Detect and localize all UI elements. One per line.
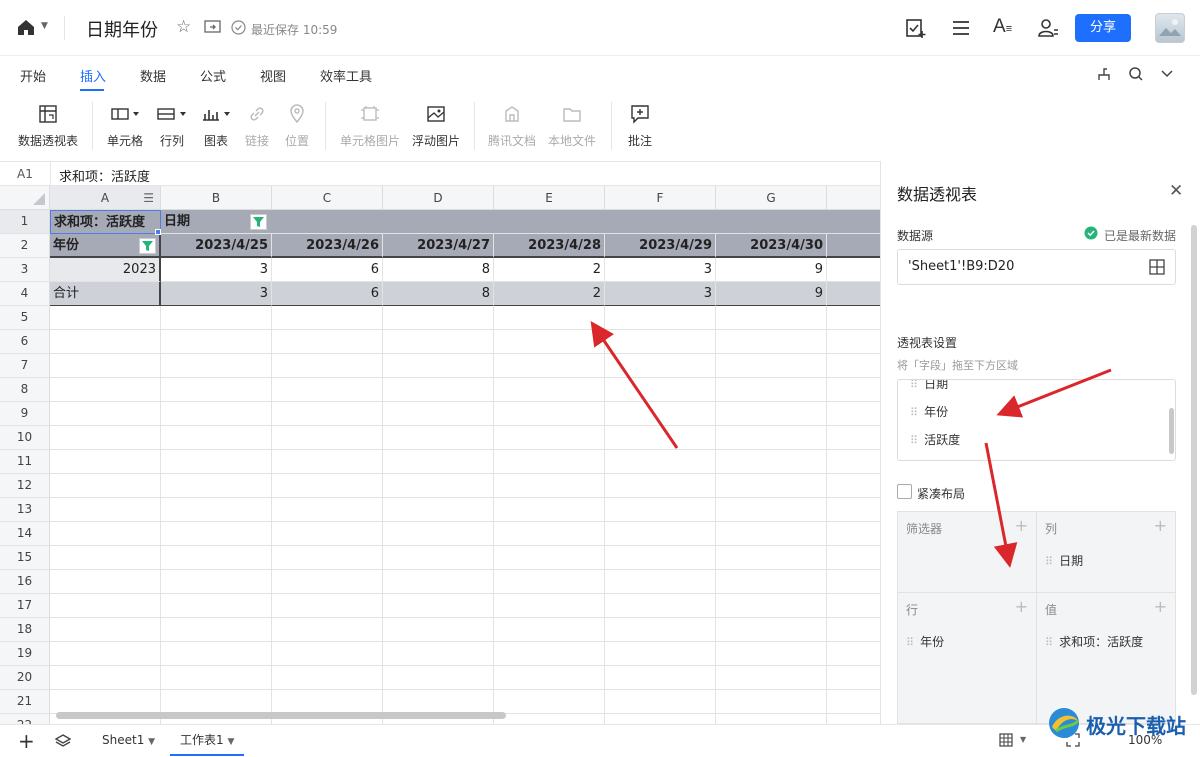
sheet-list-icon[interactable] — [54, 733, 72, 752]
chevron-down-icon[interactable]: ▼ — [227, 737, 234, 747]
annotation-arrow — [590, 321, 679, 449]
annotation-arrows — [590, 321, 1112, 568]
sheet-tab-bar: + Sheet1 ▼ 工作表1 ▼ ▼ 100% 极光下载站 — [0, 708, 1200, 756]
annotation-arrow — [984, 442, 1018, 568]
sheet-tab-label: 工作表1 — [180, 733, 224, 747]
annotation-arrow — [996, 368, 1112, 418]
grid-view-icon[interactable] — [999, 733, 1013, 750]
sheet-tab-label: Sheet1 — [102, 733, 145, 747]
sheet-tab-sheet1[interactable]: Sheet1 ▼ — [92, 725, 165, 756]
add-sheet-icon[interactable]: + — [18, 729, 35, 753]
chevron-down-icon[interactable]: ▼ — [1020, 735, 1026, 744]
chevron-down-icon[interactable]: ▼ — [148, 737, 155, 747]
watermark-text: 极光下载站 — [1086, 714, 1186, 738]
watermark: 极光下载站 — [1044, 703, 1194, 743]
sheet-tab-worksheet1[interactable]: 工作表1 ▼ — [170, 725, 245, 756]
